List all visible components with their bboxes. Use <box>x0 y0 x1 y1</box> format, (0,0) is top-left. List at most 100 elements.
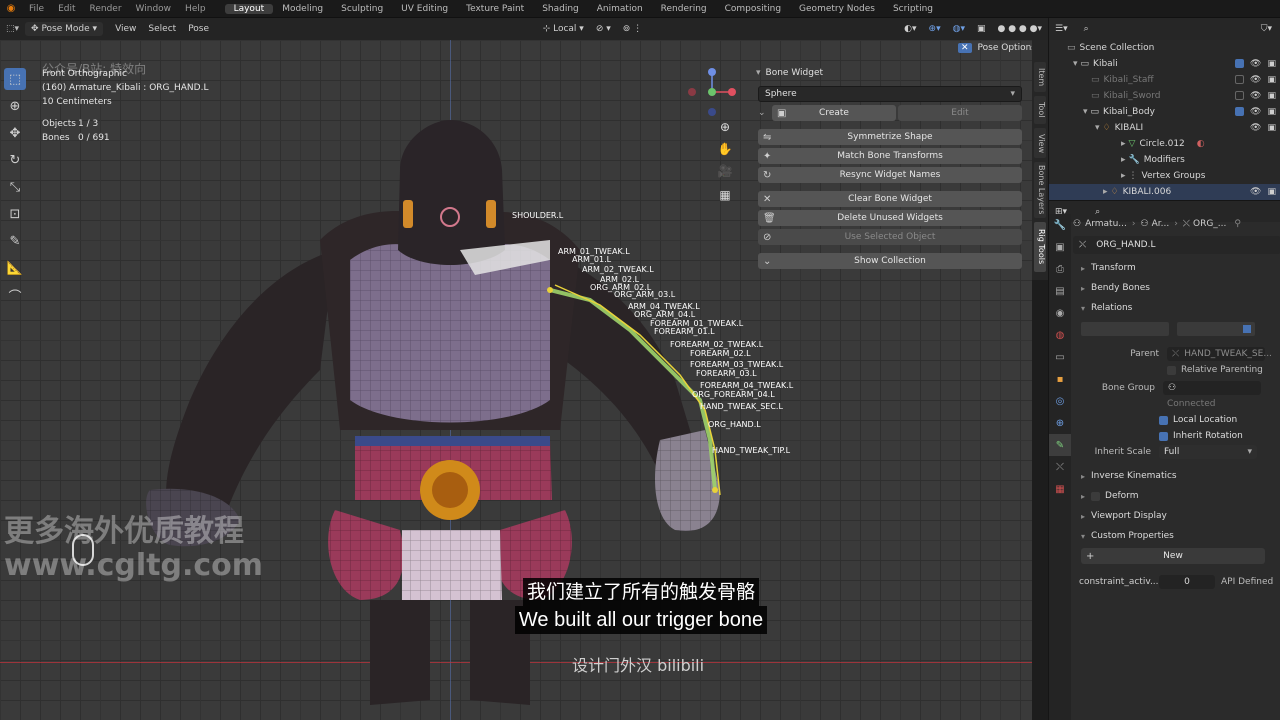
bone-group-field[interactable]: ⚇ <box>1163 381 1261 395</box>
bone-constraint-icon[interactable]: ⤬ <box>1049 456 1071 478</box>
pan-hand-icon[interactable]: ✋ <box>716 140 734 158</box>
section-custom-properties[interactable]: ▾ Custom Properties <box>1073 526 1280 546</box>
outliner-row[interactable]: ▭ Scene Collection <box>1049 40 1280 56</box>
object-icon[interactable]: ▪ <box>1049 368 1071 390</box>
bone-widget-header[interactable]: ▾ Bone Widget <box>752 64 1028 82</box>
render-icon[interactable]: ▣ <box>1049 236 1071 258</box>
rotate-icon[interactable]: ↻ <box>4 149 26 171</box>
measure-icon[interactable]: 📐 <box>4 257 26 279</box>
camera-icon[interactable]: ▣ <box>1267 59 1276 69</box>
tab-uv-editing[interactable]: UV Editing <box>392 4 457 14</box>
tab-scripting[interactable]: Scripting <box>884 4 942 14</box>
menu-window[interactable]: Window <box>129 4 179 14</box>
new-property-button[interactable]: + New <box>1081 548 1265 564</box>
grid-toggle-icon[interactable]: ▦ <box>716 186 734 204</box>
proportional-icon[interactable]: ⊚ ⋮ <box>617 22 648 36</box>
section-transform[interactable]: ▸ Transform <box>1073 258 1280 278</box>
parent-field[interactable]: ⤬ HAND_TWEAK_SE... <box>1167 347 1272 361</box>
select-menu[interactable]: Select <box>142 22 182 36</box>
menu-help[interactable]: Help <box>178 4 213 14</box>
match-bone-transforms-button[interactable]: ✦ Match Bone Transforms <box>758 148 1022 164</box>
show-collection-button[interactable]: ⌄ Show Collection <box>758 253 1022 269</box>
bone-label[interactable]: FOREARM_01.L <box>654 327 715 336</box>
scene-icon[interactable]: ◉ <box>1049 302 1071 324</box>
delete-unused-widgets-button[interactable]: 🗑 Delete Unused Widgets <box>758 210 1022 226</box>
camera-icon[interactable]: ▣ <box>1267 107 1276 117</box>
tab-layout[interactable]: Layout <box>224 3 274 14</box>
tab-tool[interactable]: Tool <box>1034 96 1046 124</box>
constraints-icon[interactable]: ⊕ <box>1049 412 1071 434</box>
inherit-rotation-row[interactable]: Inherit Rotation <box>1073 428 1280 444</box>
menu-edit[interactable]: Edit <box>51 4 82 14</box>
camera-icon[interactable]: ▣ <box>1267 123 1276 133</box>
texture-icon[interactable]: ▦ <box>1049 478 1071 500</box>
camera-icon[interactable]: ▣ <box>1267 91 1276 101</box>
bone-label[interactable]: ORG_ARM_04.L <box>634 310 695 319</box>
tab-rendering[interactable]: Rendering <box>652 4 716 14</box>
output-icon[interactable]: ⎙ <box>1049 258 1071 280</box>
bone-label[interactable]: FOREARM_02.L <box>690 349 751 358</box>
bone-label[interactable]: HAND_TWEAK_SEC.L <box>700 402 783 411</box>
close-icon[interactable]: ✕ <box>958 43 972 53</box>
tab-texture-paint[interactable]: Texture Paint <box>457 4 533 14</box>
bone-name-field[interactable]: ⤬ ORG_HAND.L <box>1073 236 1280 254</box>
relative-parenting-row[interactable]: Relative Parenting <box>1073 362 1280 378</box>
editor-type-icon[interactable]: ⬚▾ <box>0 22 25 36</box>
tab-bone-layers[interactable]: Bone Layers <box>1034 162 1046 218</box>
bone-label[interactable]: ORG_FOREARM_04.L <box>692 390 775 399</box>
eye-icon[interactable]: 👁 <box>1250 187 1261 197</box>
tab-compositing[interactable]: Compositing <box>716 4 790 14</box>
symmetrize-shape-button[interactable]: ⇋ Symmetrize Shape <box>758 129 1022 145</box>
camera-icon[interactable]: 🎥 <box>716 162 734 180</box>
cursor-icon[interactable]: ⊕ <box>4 95 26 117</box>
collection-icon[interactable]: ▭ <box>1049 346 1071 368</box>
pin-icon[interactable]: ⚲ <box>1234 219 1241 229</box>
section-inverse-kinematics[interactable]: ▸ Inverse Kinematics <box>1073 466 1280 486</box>
outliner-row[interactable]: ▸ ▽ Circle.012 ◐ <box>1049 136 1280 152</box>
navigation-gizmo[interactable] <box>686 66 738 118</box>
edit-button[interactable]: Edit <box>898 105 1022 121</box>
shading-modes-icon[interactable]: ● ● ● ●▾ <box>991 22 1048 36</box>
transform-icon[interactable]: ⊡ <box>4 203 26 225</box>
bone-label[interactable]: ARM_01.L <box>572 255 611 264</box>
camera-icon[interactable]: ▣ <box>1267 187 1276 197</box>
tab-sculpting[interactable]: Sculpting <box>332 4 392 14</box>
checkbox-icon[interactable] <box>1235 59 1245 68</box>
physics-icon[interactable]: ◎ <box>1049 390 1071 412</box>
local-location-row[interactable]: Local Location <box>1073 412 1280 428</box>
chevron-down-icon[interactable]: ⌄ <box>758 108 772 118</box>
eye-icon[interactable]: 👁 <box>1250 91 1261 101</box>
menu-file[interactable]: File <box>22 4 51 14</box>
outliner-row[interactable]: ▭ Kibali_Sword 👁 ▣ <box>1049 88 1280 104</box>
orientation-dropdown[interactable]: ⊹ Local ▾ <box>537 22 590 36</box>
world-icon[interactable]: ◍ <box>1049 324 1071 346</box>
tab-item[interactable]: Item <box>1034 62 1046 92</box>
annotate-icon[interactable]: ✎ <box>4 230 26 252</box>
bone-label[interactable]: ARM_02_TWEAK.L <box>582 265 654 274</box>
filter-icon[interactable]: ⛉▾ <box>1261 24 1272 34</box>
outliner-row[interactable]: ▸ ♢ KIBALI.006 👁 ▣ <box>1049 184 1280 200</box>
section-relations[interactable]: ▾ Relations <box>1073 298 1280 318</box>
bone-label[interactable]: FOREARM_04_TWEAK.L <box>700 381 793 390</box>
deform-checkbox[interactable] <box>1091 491 1101 501</box>
blender-logo-icon[interactable]: ◉ <box>0 3 22 14</box>
gizmo-icon[interactable]: ⊕▾ <box>923 22 947 36</box>
bone-label[interactable]: ORG_ARM_03.L <box>614 290 675 299</box>
inherit-scale-select[interactable]: Full ▾ <box>1159 445 1257 459</box>
outliner-row[interactable]: ▾ ♢ KIBALI 👁 ▣ <box>1049 120 1280 136</box>
eye-icon[interactable]: 👁 <box>1250 107 1261 117</box>
relative-parenting-checkbox[interactable] <box>1167 365 1176 375</box>
bone-label[interactable]: SHOULDER.L <box>512 211 563 220</box>
pose-menu[interactable]: Pose <box>182 22 215 36</box>
menu-render[interactable]: Render <box>83 4 129 14</box>
layer-buttons-b[interactable] <box>1177 322 1255 336</box>
pose-options-dropdown[interactable]: ✕Pose Options ▾ <box>958 43 1043 53</box>
bone-label[interactable]: ORG_HAND.L <box>708 420 761 429</box>
resync-widget-names-button[interactable]: ↻ Resync Widget Names <box>758 167 1022 183</box>
mode-dropdown[interactable]: ✥ Pose Mode ▾ <box>25 22 104 36</box>
visibility-icon[interactable]: ◐▾ <box>898 22 922 36</box>
snap-icon[interactable]: ⊘ ▾ <box>590 22 617 36</box>
layer-buttons-a[interactable] <box>1081 322 1169 336</box>
tab-geometry-nodes[interactable]: Geometry Nodes <box>790 4 884 14</box>
tool-settings-icon[interactable]: 🔧 <box>1049 214 1071 236</box>
